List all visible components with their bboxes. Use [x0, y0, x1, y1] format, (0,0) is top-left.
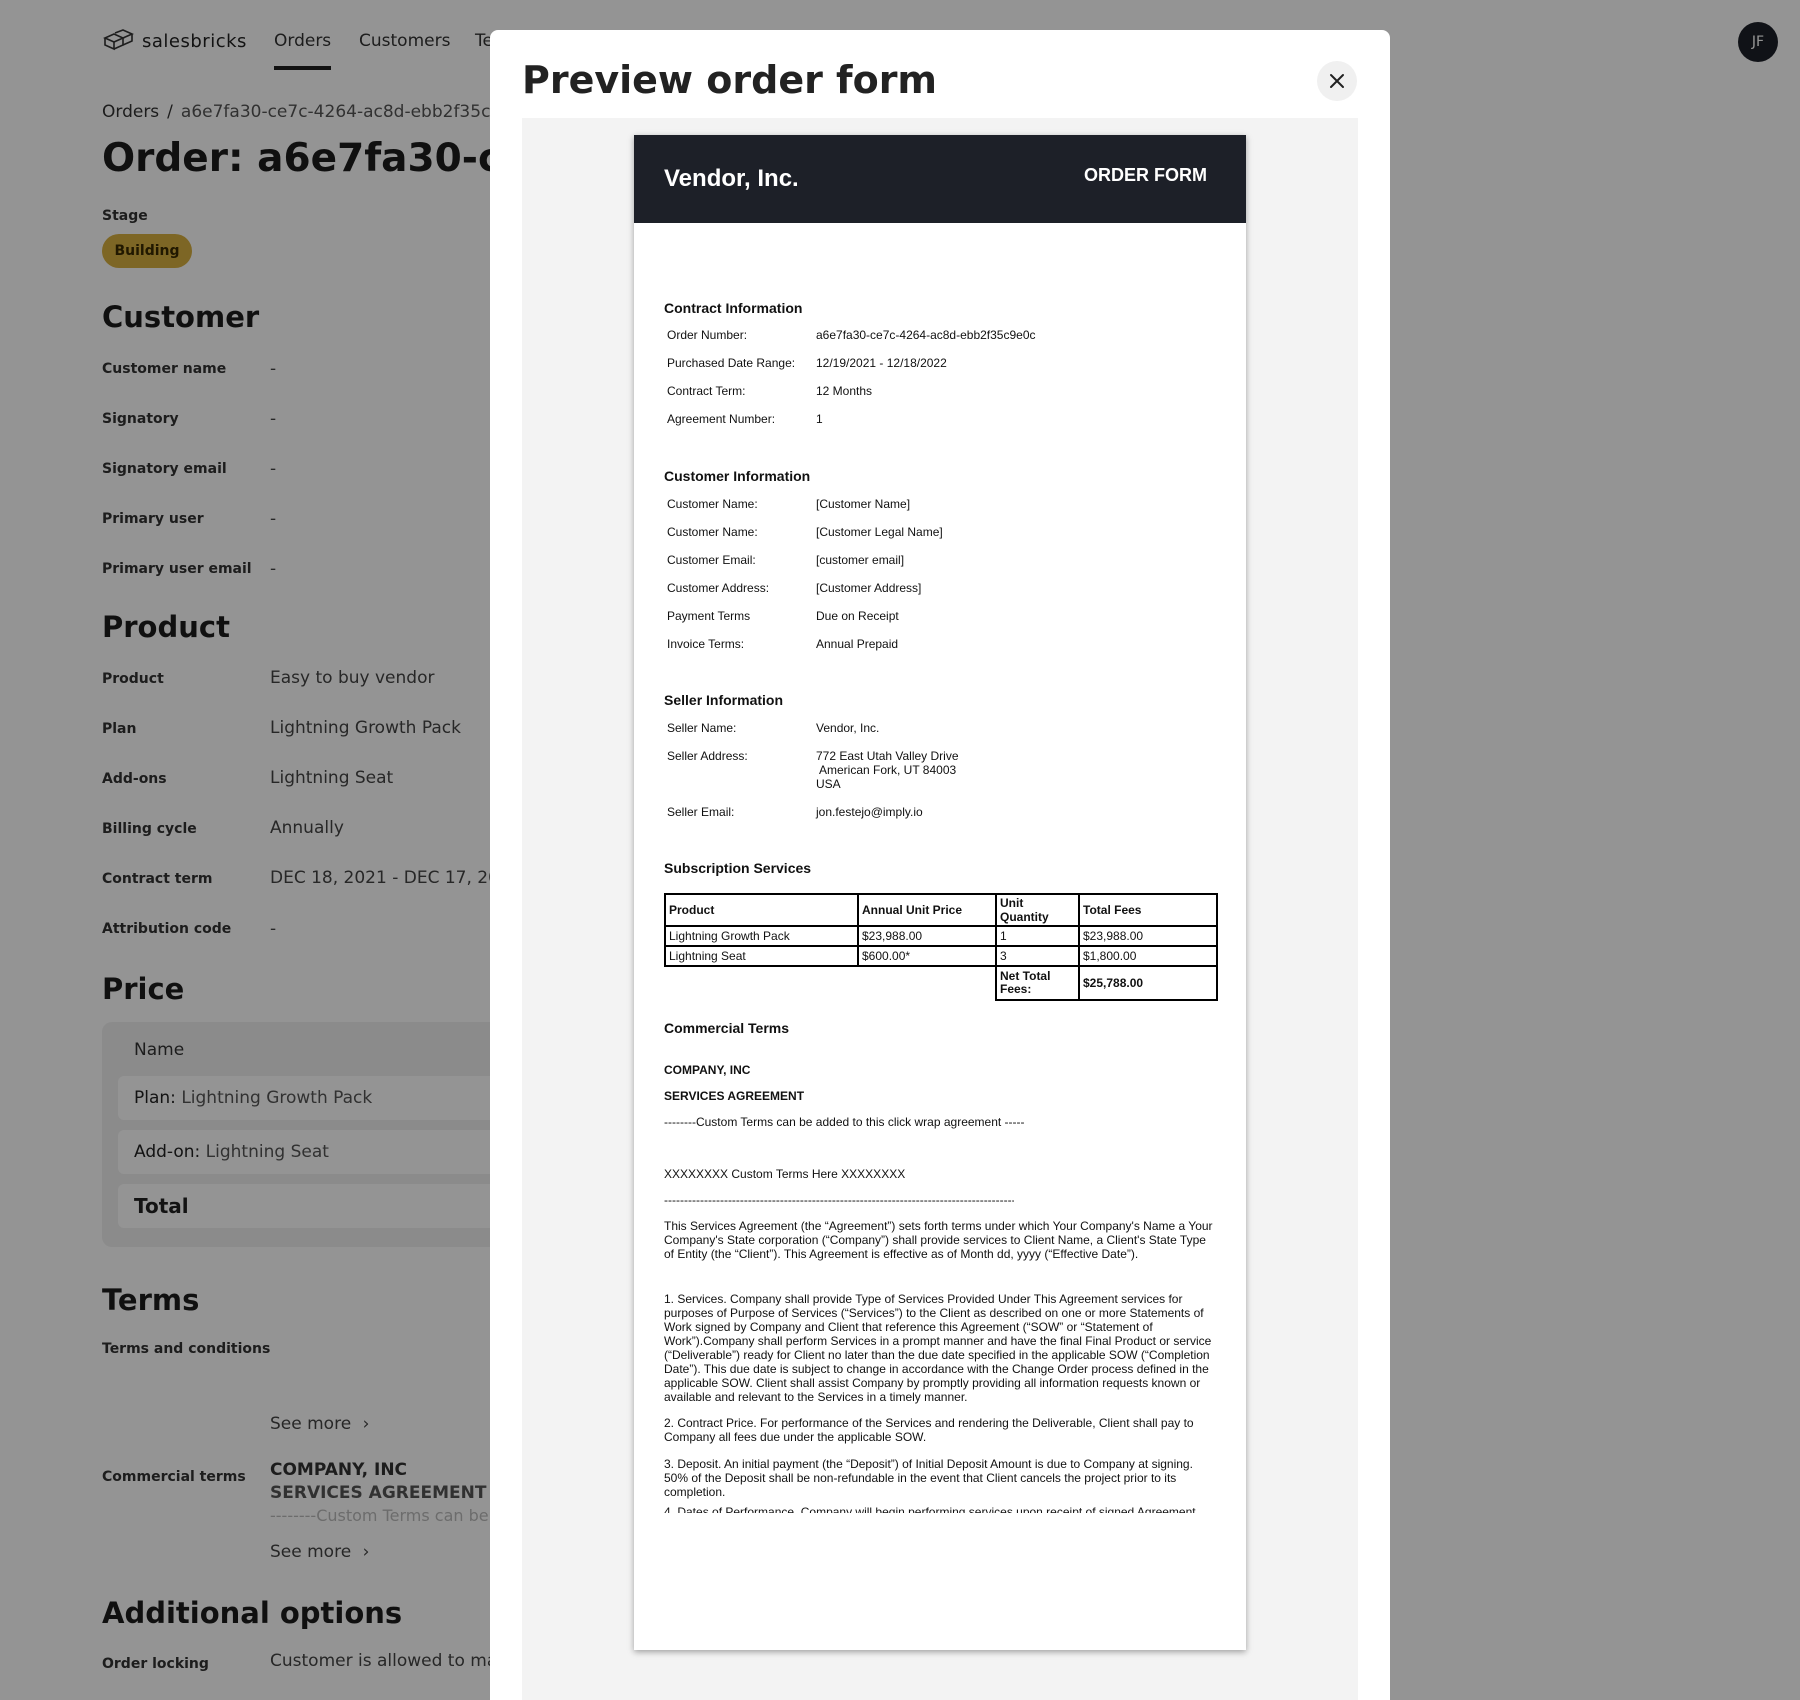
close-button[interactable] [1317, 61, 1357, 101]
table-header-cell: Total Fees [1078, 893, 1218, 927]
table-cell: $23,988.00 [1078, 925, 1218, 947]
table-cell: Lightning Growth Pack [664, 925, 859, 947]
doc-label: Payment Terms [667, 609, 751, 623]
doc-label: Order Number: [667, 328, 748, 342]
subscription-table: Product Annual Unit Price Unit Quantity … [664, 893, 1218, 1001]
table-total-row: Net Total Fees: $25,788.00 [665, 965, 1218, 1001]
doc-value: 12/19/2021 - 12/18/2022 [816, 356, 947, 370]
document-vendor-name: Vendor, Inc. [664, 165, 799, 192]
doc-value: [Customer Name] [816, 497, 911, 511]
doc-value: 12 Months [816, 384, 873, 398]
table-cell: Lightning Seat [664, 945, 859, 967]
doc-agreement-title: SERVICES AGREEMENT [664, 1089, 805, 1103]
doc-label: Customer Address: [667, 581, 770, 595]
doc-custom-note: --------Custom Terms can be added to thi… [664, 1115, 1025, 1129]
doc-label: Purchased Date Range: [667, 356, 796, 370]
table-cell: $23,988.00 [857, 925, 997, 947]
doc-value: a6e7fa30-ce7c-4264-ac8d-ebb2f35c9e0c [816, 328, 1036, 342]
doc-value: [Customer Legal Name] [816, 525, 943, 539]
preview-order-form-modal: Preview order form Vendor, Inc. ORDER FO… [490, 30, 1390, 1700]
table-cell: $1,800.00 [1078, 945, 1218, 967]
net-total-label: Net Total Fees: [995, 965, 1080, 1001]
table-header-row: Product Annual Unit Price Unit Quantity … [664, 893, 1218, 927]
doc-deposit-paragraph: 3. Deposit. An initial payment (the “Dep… [664, 1457, 1193, 1499]
net-total-value: $25,788.00 [1078, 965, 1218, 1001]
doc-value: 772 East Utah Valley Drive [816, 749, 959, 763]
customer-info-heading: Customer Information [664, 468, 811, 484]
doc-label: Customer Name: [667, 525, 758, 539]
doc-label: Seller Address: [667, 749, 748, 763]
subscription-heading: Subscription Services [664, 860, 812, 876]
table-blank-cell [858, 966, 996, 1000]
doc-label: Contract Term: [667, 384, 746, 398]
doc-dates-paragraph: 4. Dates of Performance. Company will be… [664, 1505, 1196, 1513]
doc-custom-here: XXXXXXXX Custom Terms Here XXXXXXXX [664, 1167, 906, 1181]
doc-contract-price-paragraph: 2. Contract Price. For performance of th… [664, 1416, 1194, 1444]
doc-divider: ----------------------------------------… [664, 1193, 1014, 1207]
doc-intro-paragraph: This Services Agreement (the “Agreement”… [664, 1219, 1213, 1261]
doc-value: [customer email] [816, 553, 905, 567]
order-form-document: Vendor, Inc. ORDER FORM Contract Informa… [634, 135, 1246, 1650]
table-header-cell: Unit Quantity [995, 893, 1080, 927]
doc-clipped-line: 4. Dates of Performance. Company will be… [664, 1505, 1224, 1513]
doc-label: Customer Name: [667, 497, 758, 511]
doc-services-paragraph: 1. Services. Company shall provide Type … [664, 1292, 1212, 1404]
table-row: Lightning Growth Pack $23,988.00 1 $23,9… [664, 925, 1218, 947]
document-header: Vendor, Inc. ORDER FORM [634, 135, 1246, 223]
table-cell: $600.00* [857, 945, 997, 967]
table-header-cell: Annual Unit Price [857, 893, 997, 927]
doc-label: Customer Email: [667, 553, 756, 567]
doc-label: Seller Email: [667, 805, 735, 819]
modal-title: Preview order form [522, 58, 938, 102]
doc-label: Invoice Terms: [667, 637, 745, 651]
table-header-cell: Product [664, 893, 859, 927]
doc-value: jon.festejo@imply.io [816, 805, 923, 819]
table-row: Lightning Seat $600.00* 3 $1,800.00 [664, 945, 1218, 967]
table-blank-cell [665, 966, 858, 1000]
doc-label: Agreement Number: [667, 412, 776, 426]
doc-value: [Customer Address] [816, 581, 922, 595]
doc-value: American Fork, UT 84003 [819, 763, 957, 777]
commercial-terms-heading: Commercial Terms [664, 1020, 790, 1036]
doc-value: Due on Receipt [816, 609, 899, 623]
table-cell: 3 [995, 945, 1080, 967]
doc-company: COMPANY, INC [664, 1063, 751, 1077]
doc-value: 1 [816, 412, 823, 426]
document-preview-area[interactable]: Vendor, Inc. ORDER FORM Contract Informa… [522, 118, 1358, 1700]
seller-info-heading: Seller Information [664, 692, 784, 708]
doc-value: Annual Prepaid [816, 637, 899, 651]
doc-label: Seller Name: [667, 721, 737, 735]
contract-info-heading: Contract Information [664, 300, 803, 316]
doc-value: Vendor, Inc. [816, 721, 880, 735]
document-form-title: ORDER FORM [1084, 165, 1207, 185]
table-cell: 1 [995, 925, 1080, 947]
doc-value: USA [816, 777, 841, 791]
close-icon [1330, 74, 1344, 88]
